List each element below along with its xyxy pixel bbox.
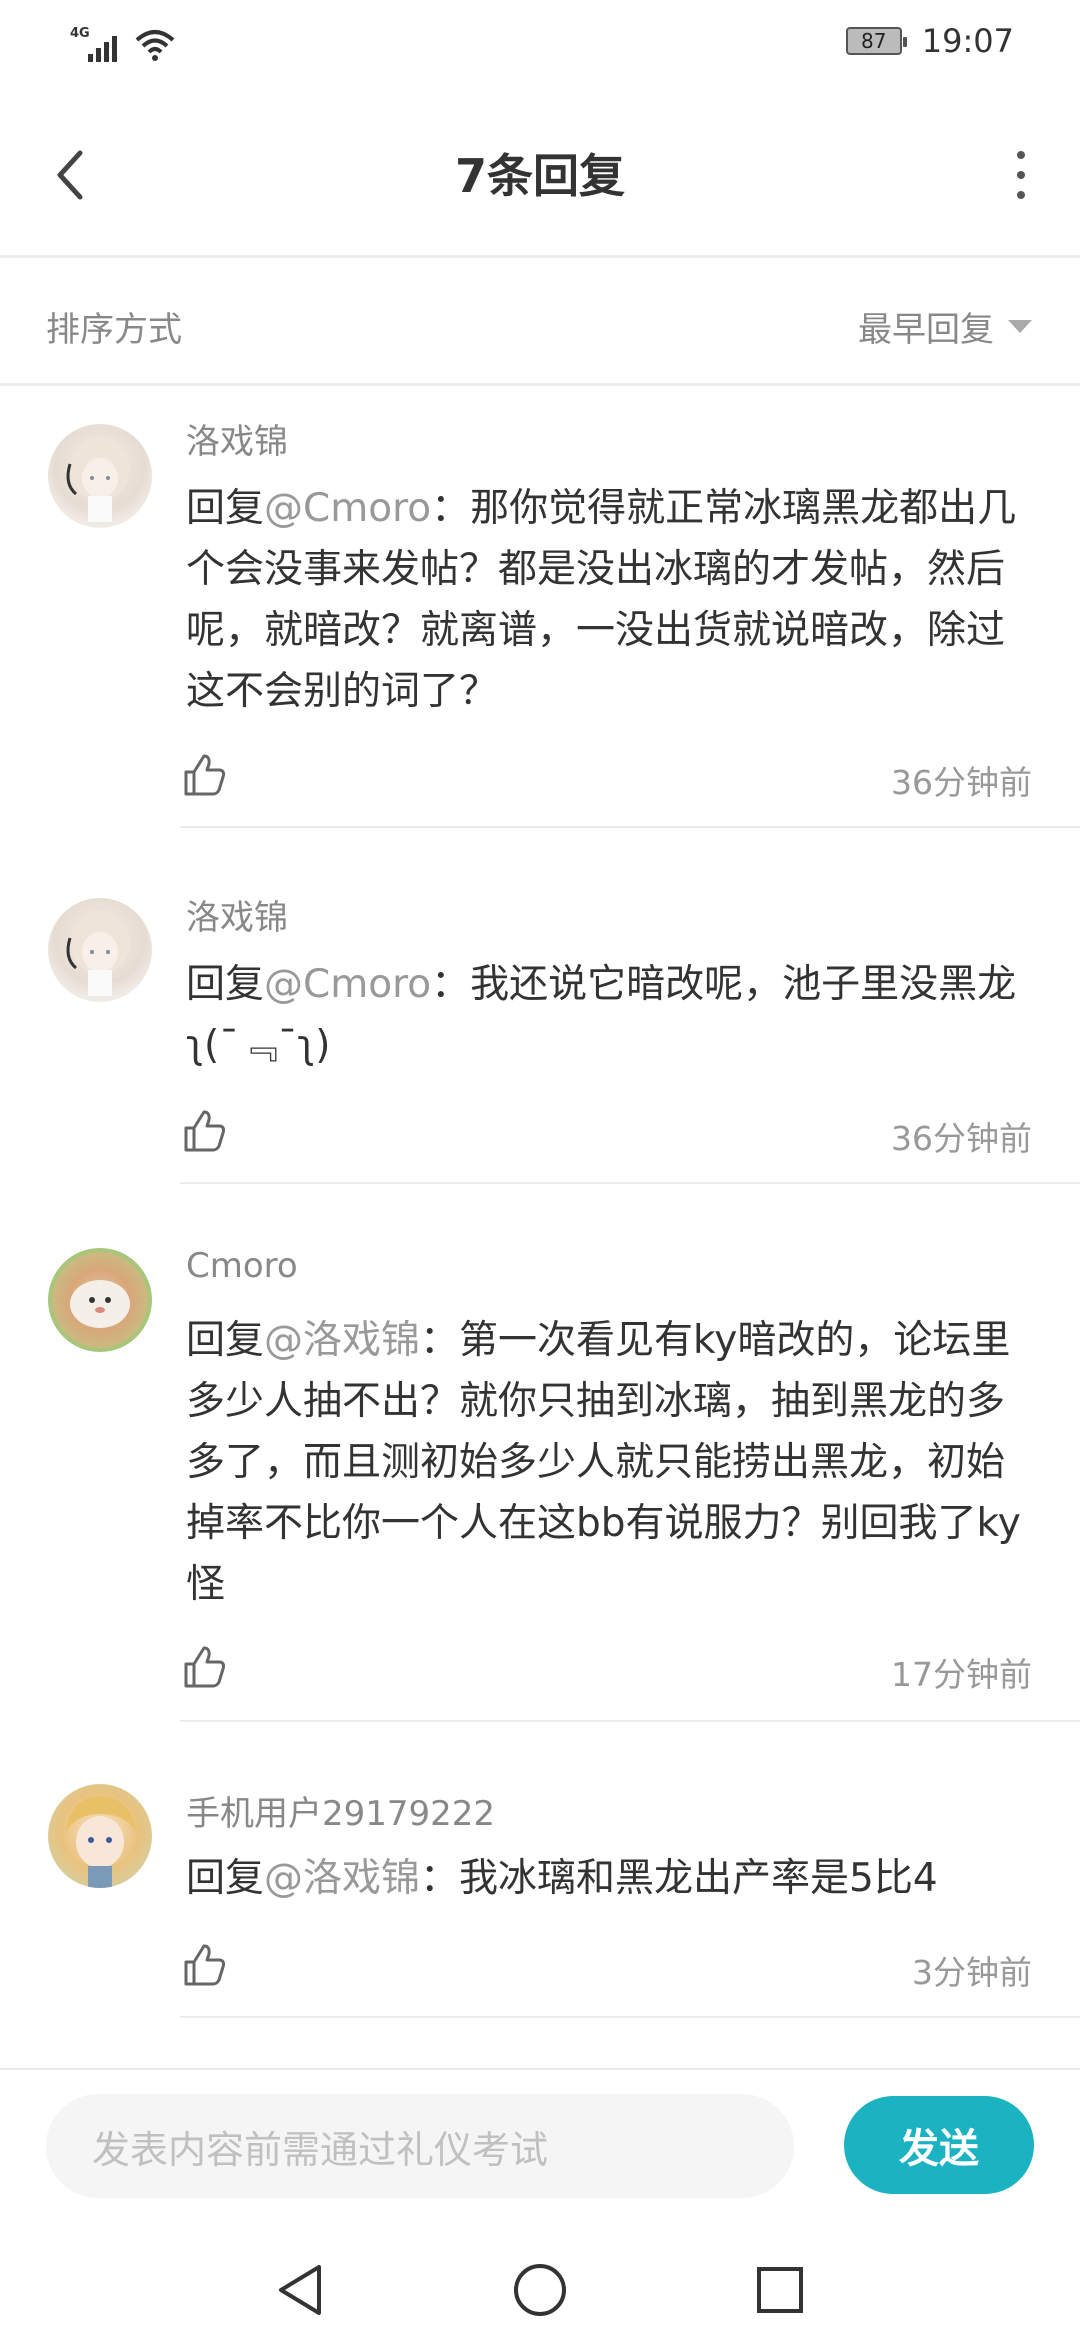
sort-selected-value: 最早回复 xyxy=(858,310,994,350)
reply-content: 回复@Cmoro：那你觉得就正常冰璃黑龙都出几个会没事来发帖？都是没出冰璃的才发… xyxy=(186,486,1017,714)
network-label: 4G xyxy=(70,26,90,41)
chevron-down-icon xyxy=(1008,320,1032,333)
like-button[interactable] xyxy=(182,1942,228,1988)
reply-time: 17分钟前 xyxy=(891,1655,1032,1694)
reply-username[interactable]: 手机用户29179222 xyxy=(186,1786,495,1835)
status-left: 4G xyxy=(70,22,175,62)
more-options-button[interactable] xyxy=(1006,145,1036,205)
reply-content: 回复@洛戏锦：我冰璃和黑龙出产率是5比4 xyxy=(186,1856,938,1901)
like-button[interactable] xyxy=(182,1108,228,1154)
reply-time: 3分钟前 xyxy=(912,1953,1032,1992)
circle-home-icon xyxy=(514,2264,566,2316)
composer-bar: 发表内容前需通过礼仪考试 发送 xyxy=(0,2068,1080,2238)
mention-link[interactable]: @洛戏锦 xyxy=(264,1856,420,1901)
reply-content: 回复@洛戏锦：第一次看见有ky暗改的，论坛里多少人抽不出？就你只抽到冰璃，抽到黑… xyxy=(186,1318,1021,1607)
battery-icon: 87 xyxy=(845,27,907,55)
reply-item: 手机用户29179222 回复@洛戏锦：我冰璃和黑龙出产率是5比4 3分钟前 xyxy=(0,1722,1080,2018)
page-title: 7条回复 xyxy=(454,149,625,203)
sort-dropdown[interactable]: 最早回复 xyxy=(858,302,1032,351)
reply-content: 回复@Cmoro：我还说它暗改呢，池子里没黑龙ʅ(¯﹃¯ʅ) xyxy=(186,962,1017,1068)
reply-username[interactable]: 洛戏锦 xyxy=(186,414,288,463)
divider xyxy=(180,2016,1080,2018)
reply-item: Cmoro 回复@洛戏锦：第一次看见有ky暗改的，论坛里多少人抽不出？就你只抽到… xyxy=(0,1184,1080,1722)
thumbs-up-icon xyxy=(184,1110,226,1152)
thumbs-up-icon xyxy=(184,754,226,796)
thumbs-up-icon xyxy=(184,1944,226,1986)
mention-link[interactable]: @洛戏锦 xyxy=(264,1318,420,1363)
signal-icon xyxy=(88,28,117,62)
system-nav-bar xyxy=(0,2238,1080,2340)
sort-bar: 排序方式 最早回复 xyxy=(0,258,1080,386)
sort-label: 排序方式 xyxy=(46,310,182,350)
status-time: 19:07 xyxy=(921,22,1014,60)
like-button[interactable] xyxy=(182,1644,228,1690)
thumbs-up-icon xyxy=(184,1646,226,1688)
triangle-back-icon xyxy=(279,2265,321,2315)
more-vertical-icon xyxy=(1017,151,1025,159)
mention-link[interactable]: @Cmoro xyxy=(264,486,431,531)
reply-username[interactable]: Cmoro xyxy=(186,1246,298,1286)
wifi-icon xyxy=(135,30,175,61)
avatar[interactable] xyxy=(48,898,152,1002)
header: 7条回复 xyxy=(0,90,1080,258)
status-bar: 4G 87 19:07 xyxy=(0,0,1080,90)
battery-level: 87 xyxy=(861,29,887,53)
avatar[interactable] xyxy=(48,1248,152,1352)
reply-input[interactable]: 发表内容前需通过礼仪考试 xyxy=(46,2094,794,2198)
like-button[interactable] xyxy=(182,752,228,798)
send-button[interactable]: 发送 xyxy=(844,2096,1034,2194)
square-recent-icon xyxy=(757,2267,803,2313)
nav-home-button[interactable] xyxy=(500,2250,580,2330)
reply-username[interactable]: 洛戏锦 xyxy=(186,890,288,939)
nav-recent-button[interactable] xyxy=(740,2250,820,2330)
nav-back-button[interactable] xyxy=(260,2250,340,2330)
reply-time: 36分钟前 xyxy=(891,1119,1032,1158)
status-right: 87 19:07 xyxy=(845,22,1014,60)
reply-time: 36分钟前 xyxy=(891,763,1032,802)
reply-item: 洛戏锦 回复@Cmoro：我还说它暗改呢，池子里没黑龙ʅ(¯﹃¯ʅ) 36分钟前 xyxy=(0,828,1080,1184)
mention-link[interactable]: @Cmoro xyxy=(264,962,431,1007)
reply-item: 洛戏锦 回复@Cmoro：那你觉得就正常冰璃黑龙都出几个会没事来发帖？都是没出冰… xyxy=(0,388,1080,828)
avatar[interactable] xyxy=(48,1784,152,1888)
avatar[interactable] xyxy=(48,424,152,528)
